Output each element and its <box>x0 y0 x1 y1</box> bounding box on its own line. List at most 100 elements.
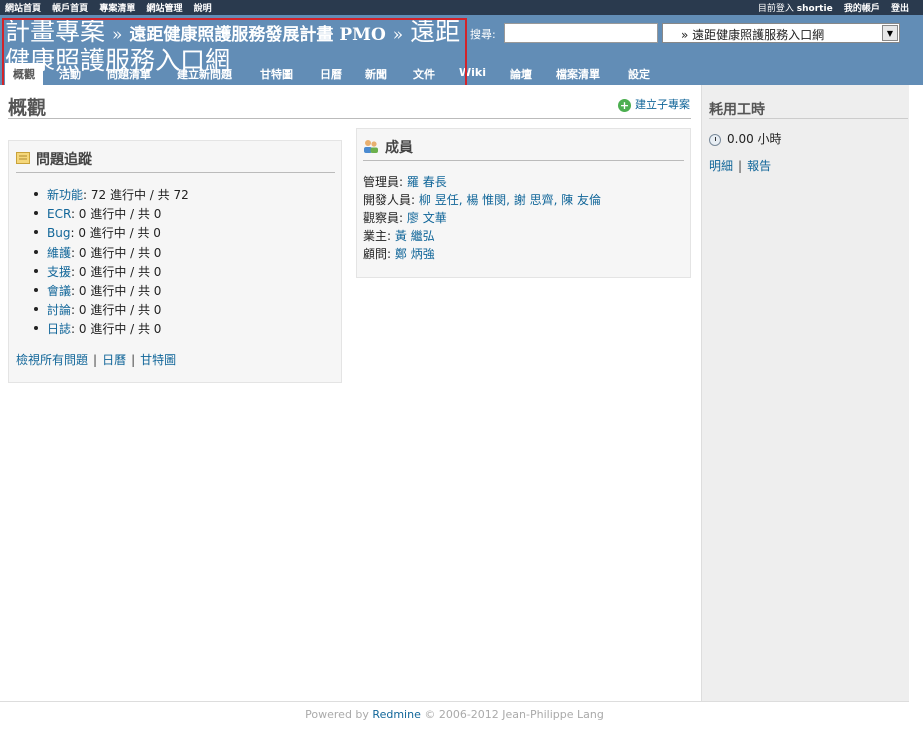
top-menu: 網站首頁 帳戶首頁 專案清單 網站管理 說明 目前登入 shortie 我的帳戶… <box>0 0 923 15</box>
tab-documents[interactable]: 文件 <box>405 63 443 85</box>
member-names[interactable]: 柳 昱任, 楊 惟閔, 謝 思齊, 陳 友倫 <box>419 193 601 207</box>
member-role: 管理員: <box>363 175 404 189</box>
tracker-link-support[interactable]: 支援 <box>47 265 71 279</box>
link-separator: | <box>738 159 743 173</box>
tracker-link-meeting[interactable]: 會議 <box>47 284 71 298</box>
link-separator: | <box>93 352 98 367</box>
project-jump-select[interactable]: » 遠距健康照護服務入口網 ▼ <box>662 23 900 43</box>
list-item: 日誌: 0 進行中 / 共 0 <box>34 320 335 339</box>
list-item: 討論: 0 進行中 / 共 0 <box>34 301 335 320</box>
top-link-my-page[interactable]: 帳戶首頁 <box>52 4 88 14</box>
username[interactable]: shortie <box>797 4 833 14</box>
tracker-link-ecr[interactable]: ECR <box>47 207 71 221</box>
new-subproject-label: 建立子專案 <box>635 98 690 111</box>
list-item: 維護: 0 進行中 / 共 0 <box>34 244 335 263</box>
tab-news[interactable]: 新聞 <box>357 63 395 85</box>
member-row: 管理員: 羅 春長 <box>363 173 684 191</box>
tab-new-issue[interactable]: 建立新問題 <box>169 63 240 85</box>
copyright-text: © 2006-2012 Jean-Philippe Lang <box>424 708 604 721</box>
tracker-count: : 0 進行中 / 共 0 <box>71 245 162 260</box>
sign-out-link[interactable]: 登出 <box>891 4 909 14</box>
link-separator: | <box>131 352 136 367</box>
clock-icon <box>709 133 721 146</box>
redmine-link[interactable]: Redmine <box>372 708 420 721</box>
new-subproject-link[interactable]: + 建立子專案 <box>618 96 690 112</box>
tracker-link-feature[interactable]: 新功能 <box>47 188 83 202</box>
tracker-count: : 72 進行中 / 共 72 <box>83 188 189 202</box>
powered-by-text: Powered by <box>305 708 369 721</box>
member-row: 開發人員: 柳 昱任, 楊 惟閔, 謝 思齊, 陳 友倫 <box>363 191 684 209</box>
members-heading-text: 成員 <box>385 140 413 156</box>
search-label: 搜尋: <box>470 28 496 41</box>
top-link-home[interactable]: 網站首頁 <box>5 4 41 14</box>
breadcrumb-separator: » <box>112 25 123 45</box>
members-icon <box>363 139 379 157</box>
sidebar: 耗用工時 0.00 小時 明細 | 報告 <box>701 85 909 701</box>
view-all-issues-link[interactable]: 檢視所有問題 <box>16 353 88 367</box>
members-heading: 成員 <box>363 137 684 161</box>
tracker-link-bug[interactable]: Bug <box>47 226 70 240</box>
time-details-link[interactable]: 明細 <box>709 159 733 173</box>
member-row: 業主: 黃 繼弘 <box>363 227 684 245</box>
issues-heading-text: 問題追蹤 <box>36 152 92 168</box>
issues-heading: 問題追蹤 <box>16 149 335 173</box>
page-title: 概觀 <box>8 97 47 119</box>
members-box: 成員 管理員: 羅 春長 開發人員: 柳 昱任, 楊 惟閔, 謝 思齊, 陳 友… <box>356 128 691 278</box>
main-content: 概觀 + 建立子專案 問題追蹤 新功能: 72 進行中 / 共 72 ECR: 0… <box>0 85 701 701</box>
chevron-down-icon[interactable]: ▼ <box>882 25 898 41</box>
breadcrumb-parent-project[interactable]: 遠距健康照護服務發展計畫 PMO <box>129 25 385 45</box>
tracker-link-discussion[interactable]: 討論 <box>47 303 71 317</box>
list-item: 會議: 0 進行中 / 共 0 <box>34 282 335 301</box>
scrollbar[interactable] <box>909 85 923 739</box>
member-names[interactable]: 鄭 炳強 <box>395 247 435 261</box>
breadcrumb-root[interactable]: 計畫專案 <box>5 19 105 46</box>
tracker-count: : 0 進行中 / 共 0 <box>70 207 162 222</box>
logged-in-label: 目前登入 shortie <box>750 4 833 14</box>
spent-time-value: 0.00 小時 <box>709 130 782 147</box>
spent-hours: 0.00 小時 <box>727 132 782 146</box>
project-jump-value: » 遠距健康照護服務入口網 <box>681 28 825 42</box>
member-names[interactable]: 廖 文華 <box>407 211 447 225</box>
list-item: 新功能: 72 進行中 / 共 72 <box>34 186 335 205</box>
members-list: 管理員: 羅 春長 開發人員: 柳 昱任, 楊 惟閔, 謝 思齊, 陳 友倫 觀… <box>363 173 684 263</box>
top-link-projects[interactable]: 專案清單 <box>99 4 135 14</box>
member-names[interactable]: 黃 繼弘 <box>395 229 435 243</box>
list-item: Bug: 0 進行中 / 共 0 <box>34 224 335 243</box>
tab-gantt[interactable]: 甘特圖 <box>252 63 301 85</box>
calendar-link[interactable]: 日曆 <box>102 353 126 367</box>
tracker-list: 新功能: 72 進行中 / 共 72 ECR: 0 進行中 / 共 0 Bug:… <box>16 186 335 340</box>
spent-time-heading: 耗用工時 <box>709 102 765 118</box>
account-menu: 目前登入 shortie 我的帳戶 登出 <box>742 1 909 14</box>
issues-links: 檢視所有問題 | 日曆 | 甘特圖 <box>16 351 335 368</box>
tracker-link-log[interactable]: 日誌 <box>47 322 71 336</box>
tracker-count: : 0 進行中 / 共 0 <box>71 303 162 318</box>
tab-calendar[interactable]: 日曆 <box>312 63 350 85</box>
member-role: 開發人員: <box>363 193 416 207</box>
top-link-help[interactable]: 說明 <box>194 4 212 14</box>
tab-issues[interactable]: 問題清單 <box>99 63 159 85</box>
search-input[interactable] <box>504 23 658 43</box>
spent-time-links: 明細 | 報告 <box>709 157 771 174</box>
list-item: ECR: 0 進行中 / 共 0 <box>34 205 335 224</box>
tab-forums[interactable]: 論壇 <box>502 63 540 85</box>
title-divider <box>8 118 691 119</box>
issues-icon <box>16 152 30 168</box>
time-report-link[interactable]: 報告 <box>747 159 771 173</box>
tab-settings[interactable]: 設定 <box>620 63 658 85</box>
tab-wiki[interactable]: Wiki <box>451 63 494 85</box>
top-link-administration[interactable]: 網站管理 <box>146 4 182 14</box>
tracker-link-maintenance[interactable]: 維護 <box>47 246 71 260</box>
tab-files[interactable]: 檔案清單 <box>548 63 608 85</box>
member-names[interactable]: 羅 春長 <box>407 175 447 189</box>
logged-in-text: 目前登入 <box>757 4 794 14</box>
tab-activity[interactable]: 活動 <box>51 63 89 85</box>
my-account-link[interactable]: 我的帳戶 <box>844 4 880 14</box>
member-row: 顧問: 鄭 炳強 <box>363 245 684 263</box>
tab-overview[interactable]: 概觀 <box>5 63 43 85</box>
gantt-link[interactable]: 甘特圖 <box>140 353 176 367</box>
tracker-count: : 0 進行中 / 共 0 <box>71 283 162 298</box>
sidebar-divider <box>709 118 908 119</box>
list-item: 支援: 0 進行中 / 共 0 <box>34 263 335 282</box>
member-role: 顧問: <box>363 247 392 261</box>
issues-box: 問題追蹤 新功能: 72 進行中 / 共 72 ECR: 0 進行中 / 共 0… <box>8 140 342 383</box>
